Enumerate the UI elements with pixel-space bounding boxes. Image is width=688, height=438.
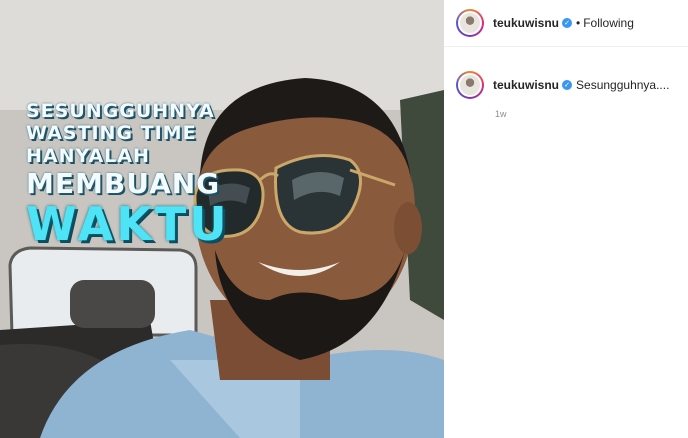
avatar-image: [458, 11, 482, 35]
header-username[interactable]: teukuwisnu: [493, 16, 559, 30]
following-button[interactable]: Following: [583, 16, 634, 30]
verified-badge-icon: ✓: [562, 18, 573, 28]
caption-avatar-image: [458, 73, 482, 97]
photo-text-overlay: SESUNGGUHNYA WASTING TIME HANYALAH MEMBU…: [26, 100, 230, 252]
avatar[interactable]: [456, 9, 484, 37]
caption-avatar[interactable]: [456, 71, 484, 99]
overlay-line-3: HANYALAH: [26, 144, 150, 167]
post-side-panel: teukuwisnu ✓ • Following teukuwisnu ✓ Se…: [444, 0, 688, 438]
caption-username[interactable]: teukuwisnu: [493, 78, 559, 92]
overlay-line-4: MEMBUANG: [26, 167, 221, 201]
separator-dot: •: [576, 16, 581, 30]
caption-block: teukuwisnu ✓ Sesungguhnya.... 1w: [444, 47, 688, 119]
post-header: teukuwisnu ✓ • Following: [444, 0, 688, 47]
caption-row: teukuwisnu ✓ Sesungguhnya....: [444, 47, 688, 107]
caption-text: Sesungguhnya....: [576, 78, 670, 92]
overlay-line-5: WAKTU: [26, 197, 230, 252]
overlay-line-2: WASTING TIME: [26, 122, 197, 145]
caption-timestamp[interactable]: 1w: [495, 109, 688, 119]
post-photo[interactable]: SESUNGGUHNYA WASTING TIME HANYALAH MEMBU…: [0, 0, 444, 438]
overlay-line-1: SESUNGGUHNYA: [26, 100, 215, 122]
caption-verified-badge-icon: ✓: [562, 80, 573, 90]
